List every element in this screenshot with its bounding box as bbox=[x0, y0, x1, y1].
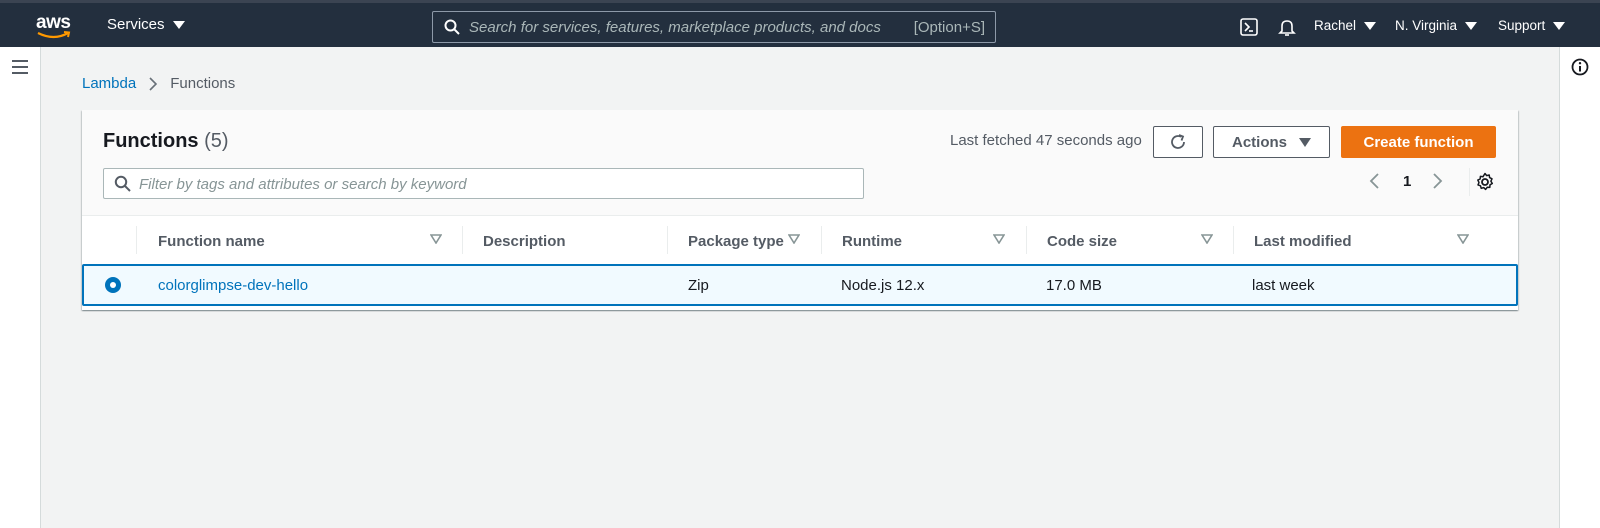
column-label: Runtime bbox=[842, 232, 902, 250]
column-divider bbox=[1233, 226, 1234, 254]
column-divider bbox=[1026, 226, 1027, 254]
search-icon bbox=[114, 175, 131, 192]
gear-icon[interactable] bbox=[1475, 172, 1495, 192]
column-header-runtime[interactable]: Runtime bbox=[842, 216, 902, 266]
chevron-right-icon[interactable] bbox=[1430, 172, 1444, 190]
user-label: Rachel bbox=[1314, 18, 1357, 33]
bell-icon[interactable] bbox=[1278, 18, 1296, 36]
functions-panel: Functions (5) Last fetched 47 seconds ag… bbox=[82, 110, 1518, 310]
table-row[interactable]: colorglimpse-dev-hello Zip Node.js 12.x … bbox=[82, 264, 1518, 306]
column-label: Package type bbox=[688, 232, 784, 250]
cell-last-modified: last week bbox=[1252, 277, 1315, 294]
filter-input[interactable]: Filter by tags and attributes or search … bbox=[103, 168, 864, 199]
create-function-label: Create function bbox=[1363, 133, 1474, 151]
cell-code-size: 17.0 MB bbox=[1046, 277, 1102, 294]
column-label: Function name bbox=[158, 232, 265, 250]
caret-down-icon bbox=[172, 20, 185, 29]
function-name-link[interactable]: colorglimpse-dev-hello bbox=[158, 277, 308, 294]
cell-runtime: Node.js 12.x bbox=[841, 277, 925, 294]
global-search-input[interactable]: Search for services, features, marketpla… bbox=[432, 11, 996, 43]
info-icon[interactable] bbox=[1571, 58, 1589, 76]
chevron-right-icon bbox=[149, 76, 158, 91]
column-header-last-modified[interactable]: Last modified bbox=[1254, 216, 1352, 266]
search-icon bbox=[444, 19, 460, 35]
breadcrumb-lambda-link[interactable]: Lambda bbox=[82, 75, 136, 92]
column-header-function-name[interactable]: Function name bbox=[158, 216, 265, 266]
chevron-left-icon[interactable] bbox=[1368, 172, 1382, 190]
support-label: Support bbox=[1498, 18, 1546, 33]
refresh-icon bbox=[1171, 134, 1185, 149]
sort-icon[interactable] bbox=[430, 234, 442, 244]
radio-selected-icon[interactable] bbox=[105, 277, 121, 293]
column-header-package-type[interactable]: Package type bbox=[688, 216, 784, 266]
sort-icon[interactable] bbox=[1457, 234, 1469, 244]
user-menu[interactable]: Rachel bbox=[1314, 18, 1377, 33]
panel-title: Functions (5) bbox=[103, 130, 229, 153]
column-divider bbox=[462, 226, 463, 254]
pager-divider bbox=[1469, 168, 1470, 196]
column-divider bbox=[821, 226, 822, 254]
column-divider bbox=[667, 226, 668, 254]
refresh-button[interactable] bbox=[1153, 126, 1203, 158]
caret-down-icon bbox=[1465, 21, 1478, 30]
support-menu[interactable]: Support bbox=[1498, 18, 1566, 33]
column-divider bbox=[136, 226, 137, 254]
cloudshell-icon[interactable] bbox=[1240, 18, 1258, 36]
page-number[interactable]: 1 bbox=[1403, 173, 1411, 190]
breadcrumb: Lambda Functions bbox=[82, 75, 235, 92]
tools-panel-strip bbox=[1559, 47, 1600, 528]
create-function-button[interactable]: Create function bbox=[1341, 126, 1496, 158]
panel-header: Functions (5) Last fetched 47 seconds ag… bbox=[82, 110, 1518, 216]
aws-logo-icon[interactable]: aws bbox=[36, 12, 72, 40]
actions-button[interactable]: Actions bbox=[1213, 126, 1330, 158]
caret-down-icon bbox=[1364, 21, 1377, 30]
services-menu[interactable]: Services bbox=[107, 16, 185, 33]
region-label: N. Virginia bbox=[1395, 18, 1458, 33]
filter-placeholder: Filter by tags and attributes or search … bbox=[139, 176, 467, 193]
column-header-description[interactable]: Description bbox=[483, 216, 566, 266]
menu-icon[interactable] bbox=[11, 59, 29, 75]
side-navigation-strip bbox=[0, 47, 41, 528]
function-count: (5) bbox=[204, 130, 229, 152]
sort-icon[interactable] bbox=[1201, 234, 1213, 244]
sort-icon[interactable] bbox=[788, 234, 800, 244]
caret-down-icon bbox=[1553, 21, 1566, 30]
actions-label: Actions bbox=[1231, 133, 1287, 151]
search-shortcut: [Option+S] bbox=[913, 19, 985, 36]
sort-icon[interactable] bbox=[993, 234, 1005, 244]
caret-down-icon bbox=[1299, 137, 1311, 147]
region-menu[interactable]: N. Virginia bbox=[1395, 18, 1478, 33]
column-header-code-size[interactable]: Code size bbox=[1047, 216, 1117, 266]
services-label: Services bbox=[107, 16, 165, 33]
top-navigation: aws Services Search for services, featur… bbox=[0, 0, 1600, 47]
column-label: Description bbox=[483, 232, 566, 250]
column-label: Code size bbox=[1047, 232, 1118, 250]
search-placeholder: Search for services, features, marketpla… bbox=[469, 19, 881, 36]
breadcrumb-current: Functions bbox=[170, 75, 236, 92]
cell-package-type: Zip bbox=[688, 277, 709, 294]
last-fetched-text: Last fetched 47 seconds ago bbox=[950, 132, 1142, 149]
column-label: Last modified bbox=[1254, 232, 1352, 250]
panel-title-text: Functions bbox=[103, 130, 199, 152]
